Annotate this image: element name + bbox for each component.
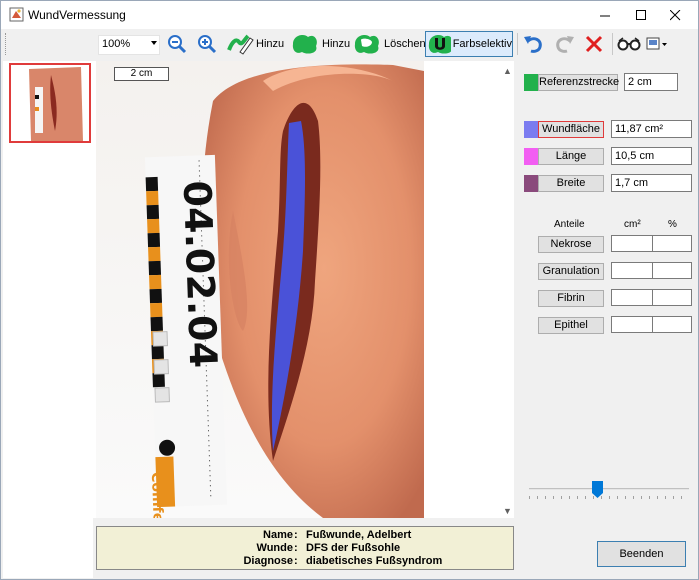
measurement-panel: Referenzstrecke 2 cm Wundfläche 11,87 cm… (514, 61, 698, 578)
close-app-button[interactable]: Beenden (597, 541, 686, 567)
thumbnail-image (11, 65, 89, 141)
blob-delete-button[interactable]: Löschen (352, 31, 426, 57)
glasses-icon (617, 37, 641, 51)
wound-photo: 04.02.04 Comfe (96, 61, 424, 522)
necrosis-cm-field[interactable] (611, 235, 653, 252)
image-menu-button[interactable] (646, 31, 670, 57)
width-button[interactable]: Breite (538, 175, 604, 192)
slider-track[interactable] (529, 488, 689, 490)
magnet-icon (428, 35, 451, 54)
scroll-up-icon[interactable]: ▲ (503, 67, 512, 76)
reference-button[interactable]: Referenzstrecke (538, 74, 619, 91)
diagnosis-key: Diagnose (243, 555, 293, 567)
close-icon (669, 9, 680, 20)
pen-add-icon (227, 34, 254, 55)
toolbar-separator (517, 33, 518, 55)
length-button[interactable]: Länge (538, 148, 604, 165)
length-field[interactable]: 10,5 cm (611, 147, 692, 165)
zoom-in-icon (198, 35, 217, 54)
granulation-pct-field[interactable] (652, 262, 692, 279)
minimize-icon (599, 15, 610, 16)
fibrin-cm-field[interactable] (611, 289, 653, 306)
toolbar-grip[interactable] (5, 33, 8, 55)
epithel-button[interactable]: Epithel (538, 317, 604, 334)
width-color-swatch (524, 175, 538, 192)
epithel-pct-field[interactable] (652, 316, 692, 333)
wound-key: Wunde (256, 542, 293, 554)
patient-name-key: Name (263, 529, 293, 541)
undo-button[interactable] (522, 31, 546, 57)
tissue-header-pct: % (668, 219, 677, 230)
thumbnail-panel (3, 61, 93, 578)
pen-add-label: Hinzu (256, 38, 285, 50)
app-icon (9, 7, 24, 22)
length-color-swatch (524, 148, 538, 165)
title-bar: WundVermessung (1, 1, 698, 29)
color-select-label: Farbselektiv (452, 38, 512, 50)
fibrin-button[interactable]: Fibrin (538, 290, 604, 307)
granulation-button[interactable]: Granulation (538, 263, 604, 280)
cancel-icon (585, 35, 603, 53)
pen-add-button[interactable]: Hinzu (226, 31, 284, 57)
slider-thumb[interactable] (592, 481, 603, 498)
epithel-cm-field[interactable] (611, 316, 653, 333)
photo-brand-text: Comfe (148, 472, 166, 518)
toolbar: 100% Hinzu Hinzu Löschen Farbselektiv (1, 29, 698, 61)
reference-field[interactable]: 2 cm (624, 73, 678, 91)
zoom-out-icon (168, 35, 187, 54)
undo-icon (524, 36, 542, 53)
photo-date-text: 04.02.04 (175, 180, 226, 369)
diagnosis-value: diabetisches Fußsyndrom (306, 555, 443, 567)
area-field[interactable]: 11,87 cm² (611, 120, 692, 138)
scale-indicator: 2 cm (114, 67, 169, 81)
blob-add-button[interactable]: Hinzu (290, 31, 350, 57)
main-window: WundVermessung 100% Hinzu Hinzu Löschen … (0, 0, 699, 580)
blob-add-label: Hinzu (322, 38, 351, 50)
maximize-icon (635, 9, 646, 20)
close-window-button[interactable] (652, 1, 698, 29)
slider-ticks (529, 496, 689, 499)
zoom-in-button[interactable] (196, 31, 220, 57)
blob-delete-icon (354, 35, 379, 54)
blob-add-icon (292, 35, 317, 54)
colon: : (294, 555, 298, 567)
wound-value: DFS der Fußsohle (306, 542, 401, 554)
vertical-scrollbar[interactable]: ▲ ▼ (500, 61, 514, 518)
zoom-value: 100% (102, 38, 131, 50)
tissue-header-cm: cm² (624, 219, 641, 230)
necrosis-button[interactable]: Nekrose (538, 236, 604, 253)
colon: : (294, 542, 298, 554)
area-button[interactable]: Wundfläche (538, 121, 604, 138)
view-button[interactable] (617, 31, 643, 57)
necrosis-pct-field[interactable] (652, 235, 692, 252)
tissue-header-name: Anteile (554, 219, 585, 230)
redo-icon (556, 36, 574, 53)
image-viewer[interactable]: 04.02.04 Comfe (93, 61, 513, 522)
patient-info-box: Name : Fußwunde, Adelbert Wunde : DFS de… (96, 526, 514, 570)
scroll-down-icon[interactable]: ▼ (503, 507, 512, 516)
area-color-swatch (524, 121, 538, 138)
width-field[interactable]: 1,7 cm (611, 174, 692, 192)
blob-delete-label: Löschen (384, 38, 426, 50)
patient-name-value: Fußwunde, Adelbert (306, 529, 412, 541)
chevron-down-icon (151, 41, 157, 45)
zoom-out-button[interactable] (166, 31, 190, 57)
cancel-button[interactable] (584, 31, 606, 57)
fibrin-pct-field[interactable] (652, 289, 692, 306)
window-title: WundVermessung (28, 8, 126, 22)
thumbnail-item[interactable] (9, 63, 91, 143)
redo-button[interactable] (554, 31, 578, 57)
granulation-cm-field[interactable] (611, 262, 653, 279)
zoom-select[interactable]: 100% (98, 35, 160, 55)
color-select-button[interactable]: Farbselektiv (425, 31, 513, 57)
toolbar-separator (612, 33, 613, 55)
colon: : (294, 529, 298, 541)
image-menu-icon (646, 37, 667, 50)
reference-color-swatch (524, 74, 538, 91)
